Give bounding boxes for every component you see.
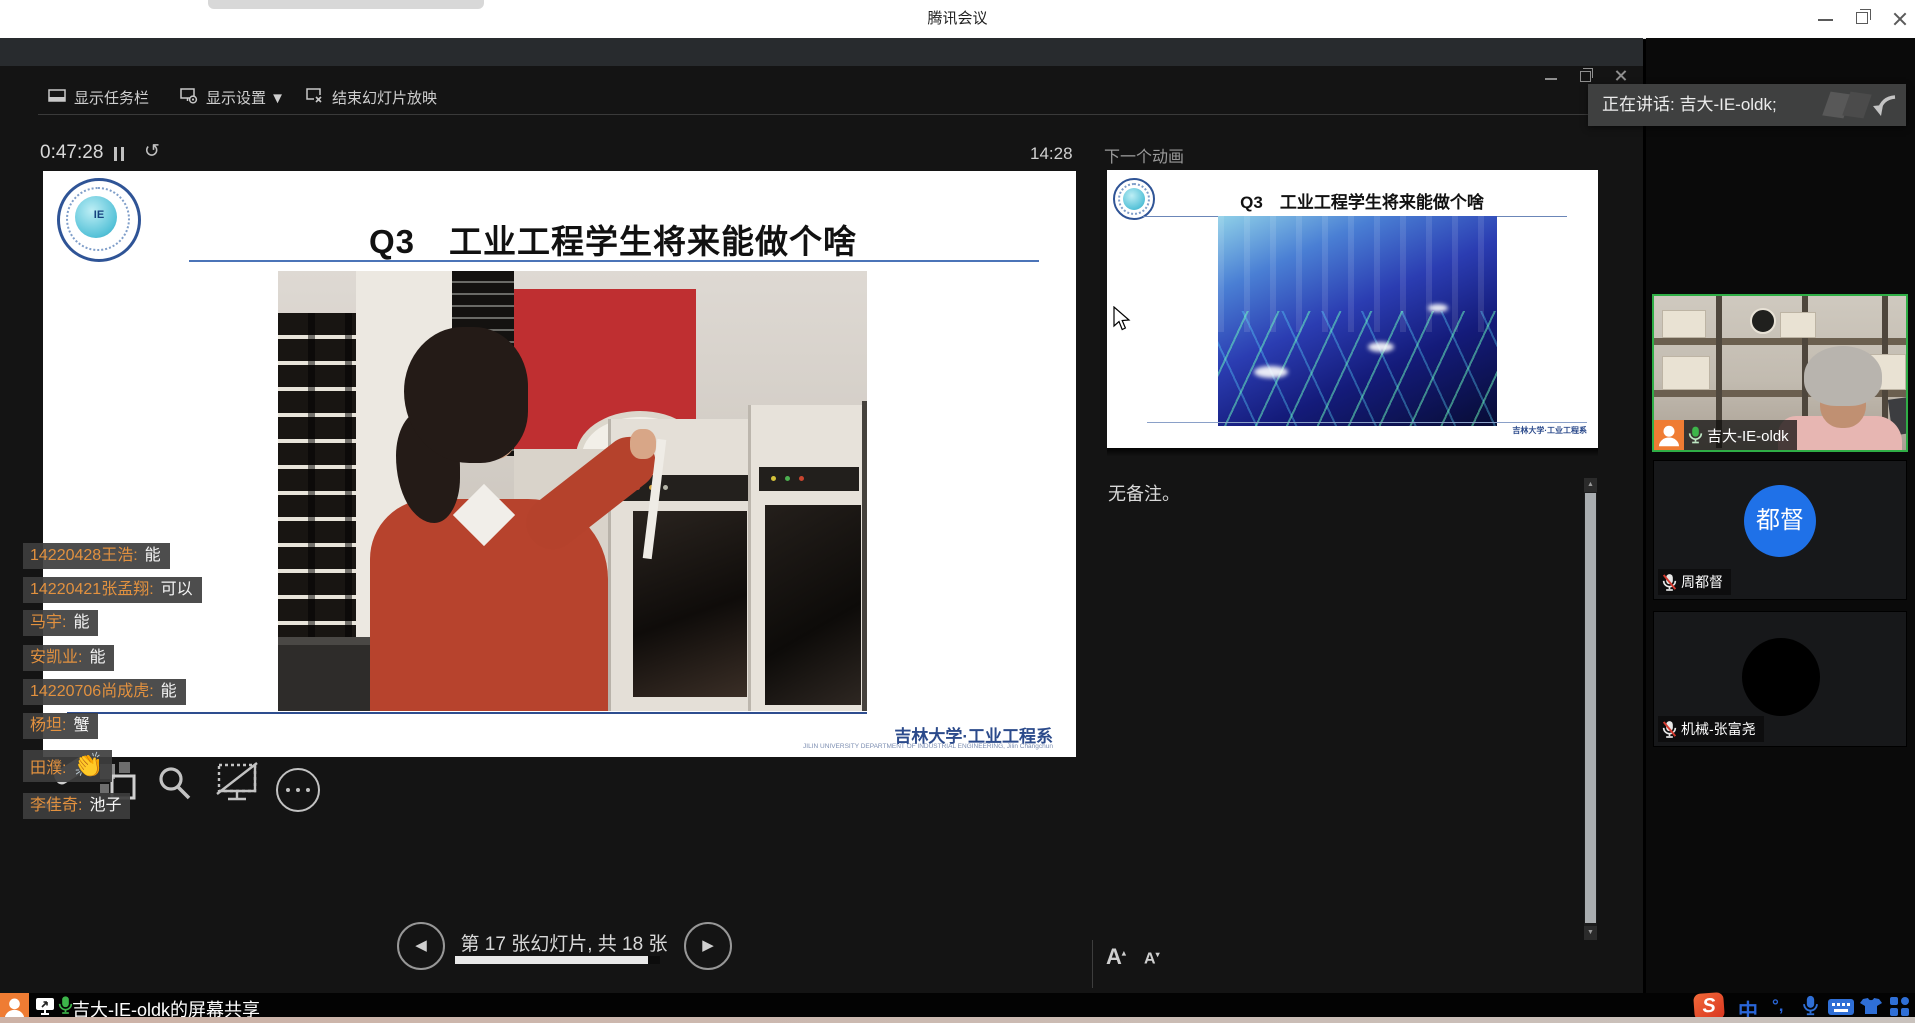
more-options-button[interactable] bbox=[276, 768, 320, 812]
title-underline bbox=[189, 260, 1039, 262]
participants-sidebar: 吉大-IE-oldk 都督 周都督 bbox=[1646, 38, 1915, 995]
end-slideshow-label: 结束幻灯片放映 bbox=[332, 87, 437, 108]
black-screen-icon bbox=[214, 760, 260, 806]
previous-slide-button[interactable]: ◀ bbox=[397, 922, 445, 970]
chat-message: 李佳奇:池子 bbox=[23, 793, 130, 819]
increase-font-button[interactable]: A▴ bbox=[1106, 944, 1126, 970]
black-screen-button[interactable] bbox=[214, 760, 260, 811]
toolbar-separator bbox=[38, 114, 1638, 115]
university-logo: IE bbox=[57, 178, 141, 262]
ppt-close-icon[interactable] bbox=[1614, 69, 1627, 82]
presenter-top-strip bbox=[0, 38, 1643, 66]
decrease-font-button[interactable]: A▾ bbox=[1144, 950, 1160, 968]
avatar: 都督 bbox=[1744, 485, 1816, 557]
video-tile[interactable]: 都督 周都督 bbox=[1653, 460, 1907, 600]
chat-message: 14220706尚成虎:能 bbox=[23, 679, 186, 705]
ime-punctuation-button[interactable]: °, bbox=[1772, 996, 1784, 1016]
reply-arrow-icon bbox=[1868, 92, 1898, 118]
bottom-bar: 吉大-IE-oldk的屏幕共享 S 中 °, bbox=[0, 993, 1915, 1023]
taskbar-icon bbox=[48, 87, 66, 105]
mic-on-icon bbox=[58, 995, 73, 1016]
notes-scrollbar[interactable]: ▲ ▼ bbox=[1584, 478, 1597, 940]
next-animation-label: 下一个动画 bbox=[1104, 143, 1184, 167]
presenter-view: 显示任务栏 显示设置 ▼ 结束幻灯片放映 0:47:2 bbox=[0, 38, 1643, 995]
magnifier-icon bbox=[156, 765, 196, 803]
scroll-down-icon[interactable]: ▼ bbox=[1584, 926, 1597, 940]
slide-progress-fill bbox=[455, 956, 648, 964]
restart-timer-icon[interactable]: ↺ bbox=[144, 140, 160, 163]
current-time: 14:28 bbox=[1030, 144, 1073, 164]
window-title: 腾讯会议 bbox=[0, 0, 1915, 38]
display-settings-button[interactable]: 显示设置 ▼ bbox=[180, 84, 298, 108]
scroll-up-icon[interactable]: ▲ bbox=[1584, 478, 1597, 492]
participant-name: 机械-张富尧 bbox=[1681, 719, 1756, 739]
participant-label: 周都督 bbox=[1658, 569, 1731, 595]
video-tile[interactable]: 机械-张富尧 bbox=[1653, 611, 1907, 747]
ime-mic-icon[interactable] bbox=[1802, 995, 1819, 1017]
logo-ie-text: IE bbox=[60, 209, 138, 221]
taskbar-peek-strip bbox=[0, 1017, 1915, 1023]
close-icon[interactable] bbox=[1892, 11, 1908, 27]
speaking-indicator-text: 正在讲话: 吉大-IE-oldk; bbox=[1602, 84, 1777, 126]
participant-name: 周都督 bbox=[1681, 572, 1723, 592]
timer-elapsed: 0:47:28 bbox=[40, 142, 103, 164]
zoom-slide-button[interactable] bbox=[156, 765, 196, 808]
mic-muted-icon bbox=[1662, 720, 1677, 739]
display-settings-icon bbox=[180, 87, 198, 105]
ime-toolbox-icon[interactable] bbox=[1890, 997, 1910, 1016]
participant-name: 吉大-IE-oldk bbox=[1707, 425, 1789, 446]
chat-message: 杨坦:蟹 bbox=[23, 713, 98, 739]
screen-share-icon bbox=[35, 997, 55, 1015]
mic-muted-icon bbox=[1662, 573, 1677, 592]
chat-message: 安凯业:能 bbox=[23, 645, 114, 671]
next-slide-button[interactable]: ▶ bbox=[684, 922, 732, 970]
show-taskbar-label: 显示任务栏 bbox=[74, 87, 149, 108]
clock-decor bbox=[1750, 308, 1776, 334]
screen: 腾讯会议 显示任务栏 显示设置 ▼ bbox=[0, 0, 1915, 1023]
show-taskbar-button[interactable]: 显示任务栏 bbox=[48, 84, 180, 108]
display-settings-label: 显示设置 ▼ bbox=[206, 87, 285, 108]
speaking-indicator-toast: 正在讲话: 吉大-IE-oldk; bbox=[1588, 84, 1906, 126]
pause-timer-icon[interactable] bbox=[114, 147, 126, 161]
chat-message: 14220421张孟翔:可以 bbox=[23, 577, 202, 603]
participant-label: 机械-张富尧 bbox=[1658, 716, 1764, 742]
slide-counter: 第 17 张幻灯片, 共 18 张 bbox=[450, 929, 678, 956]
slide-photo bbox=[278, 271, 867, 711]
chat-message: 14220428王浩:能 bbox=[23, 543, 170, 569]
video-tile-speaker[interactable]: 吉大-IE-oldk bbox=[1652, 294, 1908, 452]
chat-message: 田濮:👏 bbox=[23, 750, 112, 782]
ime-keyboard-icon[interactable] bbox=[1828, 999, 1854, 1015]
ppt-minimize-icon[interactable] bbox=[1545, 78, 1557, 80]
minimize-icon[interactable] bbox=[1818, 19, 1833, 21]
preview-slide-footer: 吉林大学·工业工程系 bbox=[1407, 425, 1587, 436]
chat-message: 马宇:能 bbox=[23, 610, 98, 636]
speaker-notes: 无备注。 bbox=[1108, 480, 1180, 506]
host-badge bbox=[1654, 420, 1684, 450]
mouse-cursor bbox=[1113, 306, 1131, 332]
photo-tape-drive bbox=[748, 405, 865, 711]
avatar bbox=[1742, 638, 1820, 716]
preview-slide-title: Q3 工业工程学生将来能做个啥 bbox=[1207, 188, 1517, 213]
slide-footer-en: JILIN UNIVERSITY DEPARTMENT OF INDUSTRIA… bbox=[743, 743, 1053, 750]
photo-tape-shelf bbox=[278, 313, 356, 661]
slide-title: Q3 工业工程学生将来能做个啥 bbox=[263, 215, 963, 263]
current-slide: IE Q3 工业工程学生将来能做个啥 bbox=[43, 171, 1076, 757]
restore-icon[interactable] bbox=[1856, 12, 1868, 24]
end-slideshow-button[interactable]: 结束幻灯片放映 bbox=[306, 84, 446, 108]
scrollbar-thumb[interactable] bbox=[1585, 493, 1596, 923]
person-icon bbox=[1654, 420, 1684, 450]
slide-footer-line bbox=[67, 712, 867, 714]
next-slide-preview: Q3 工业工程学生将来能做个啥 吉林大学·工业工程系 bbox=[1107, 170, 1598, 448]
mic-on-icon bbox=[1688, 425, 1703, 445]
university-logo bbox=[1113, 178, 1155, 220]
preview-city-image bbox=[1218, 216, 1497, 426]
participant-label: 吉大-IE-oldk bbox=[1684, 420, 1797, 450]
ppt-restore-icon[interactable] bbox=[1580, 71, 1591, 82]
slide-progress-track bbox=[455, 956, 660, 964]
window-titlebar: 腾讯会议 bbox=[0, 0, 1915, 39]
end-slideshow-icon bbox=[306, 87, 324, 105]
ime-skin-icon[interactable] bbox=[1860, 998, 1882, 1015]
